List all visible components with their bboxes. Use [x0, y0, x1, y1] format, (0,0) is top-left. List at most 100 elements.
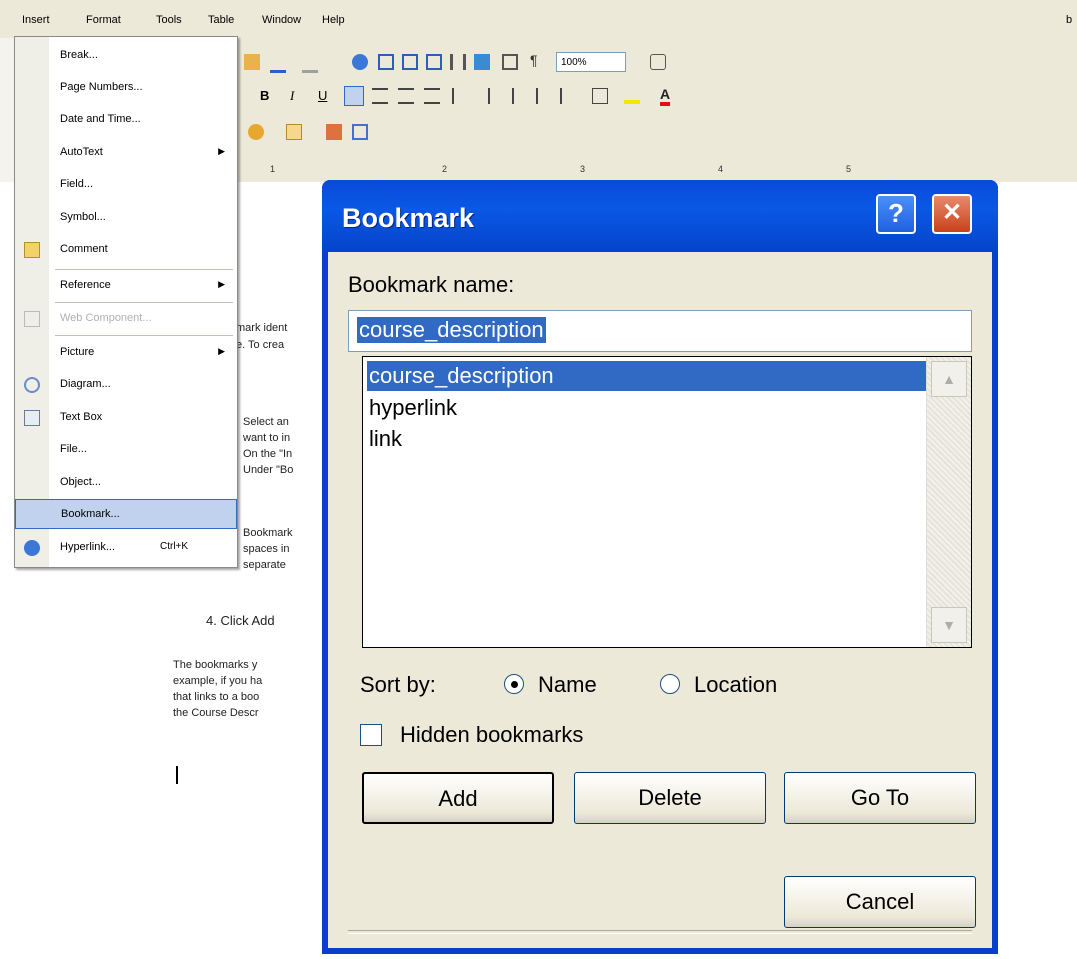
menu-item-comment[interactable]: Comment — [15, 235, 237, 265]
document-map-icon[interactable] — [502, 54, 518, 70]
zoom-box[interactable]: 100% — [556, 52, 626, 72]
justify-icon[interactable] — [424, 88, 440, 104]
menu-table[interactable]: Table — [208, 14, 234, 26]
submenu-arrow-icon: ▶ — [218, 146, 225, 156]
columns-icon[interactable] — [450, 54, 466, 70]
bold-icon[interactable]: B — [260, 88, 269, 103]
drawing-icon[interactable] — [474, 54, 490, 70]
sort-location-label[interactable]: Location — [694, 672, 777, 698]
menu-item-page-numbers[interactable]: Page Numbers... — [15, 73, 237, 103]
borders-icon[interactable] — [592, 88, 608, 104]
menu-format[interactable]: Format — [86, 14, 121, 26]
menu-bar: Insert Format Tools Table Window Help b — [0, 0, 1077, 39]
numbering-icon[interactable] — [488, 88, 504, 104]
sort-location-radio[interactable] — [660, 674, 680, 694]
menu-item-label: File... — [60, 443, 87, 455]
menu-item-bookmark[interactable]: Bookmark... — [15, 499, 237, 529]
bookmark-name-value: course_description — [357, 317, 546, 343]
doc-text: spaces in — [243, 543, 290, 555]
menu-insert[interactable]: Insert — [22, 14, 50, 26]
help-icon[interactable]: ? — [876, 194, 916, 234]
help-toolbar-icon[interactable] — [650, 54, 666, 70]
ruler-number: 3 — [580, 164, 586, 174]
list-item[interactable]: course_description — [367, 361, 929, 391]
bookmark-name-label: Bookmark name: — [348, 272, 515, 297]
sort-name-radio[interactable] — [504, 674, 524, 694]
redo-icon[interactable] — [302, 54, 318, 73]
scroll-up-icon[interactable]: ▲ — [931, 361, 967, 397]
doc-text: example, if you ha — [173, 675, 263, 687]
increase-indent-icon[interactable] — [560, 88, 576, 104]
cancel-button[interactable]: Cancel — [784, 876, 976, 928]
doc-text: want to in — [243, 432, 291, 444]
hyperlink-icon — [24, 540, 40, 556]
highlight-icon[interactable] — [624, 88, 640, 104]
menu-item-picture[interactable]: Picture ▶ — [15, 338, 237, 368]
delete-button[interactable]: Delete — [574, 772, 766, 824]
menu-item-field[interactable]: Field... — [15, 170, 237, 200]
tables-borders-icon[interactable] — [378, 54, 394, 70]
menu-item-hyperlink[interactable]: Hyperlink... Ctrl+K — [15, 533, 237, 563]
bookmark-dialog: Bookmark ? ✕ Bookmark name: course_descr… — [322, 180, 998, 954]
bookmark-name-input[interactable]: course_description — [348, 310, 972, 352]
insert-hyperlink-icon[interactable] — [352, 54, 368, 70]
menu-window[interactable]: Window — [262, 14, 301, 26]
menu-item-reference[interactable]: Reference ▶ — [15, 271, 237, 301]
italic-icon[interactable]: I — [290, 88, 294, 104]
hidden-bookmarks-checkbox[interactable] — [360, 724, 382, 746]
folder-icon[interactable] — [286, 124, 302, 140]
list-scrollbar[interactable]: ▲ ▼ — [926, 357, 971, 647]
list-item[interactable]: link — [367, 424, 929, 454]
align-left-icon[interactable] — [344, 86, 364, 106]
dialog-titlebar[interactable]: Bookmark ? ✕ — [322, 180, 998, 252]
insert-excel-icon[interactable] — [426, 54, 442, 70]
menu-tools[interactable]: Tools — [156, 14, 182, 26]
menu-item-label: Field... — [60, 178, 94, 190]
undo-icon[interactable] — [270, 54, 286, 73]
autoshapes-icon[interactable] — [248, 124, 264, 140]
font-color-icon[interactable]: A — [660, 86, 671, 106]
insert-picture-icon[interactable] — [352, 124, 368, 140]
hidden-bookmarks-label[interactable]: Hidden bookmarks — [400, 722, 583, 748]
doc-text: the Course Descr — [173, 707, 259, 719]
list-item[interactable]: hyperlink — [367, 393, 929, 423]
menu-item-autotext[interactable]: AutoText ▶ — [15, 138, 237, 168]
menu-item-object[interactable]: Object... — [15, 468, 237, 498]
menu-item-symbol[interactable]: Symbol... — [15, 203, 237, 233]
menu-item-diagram[interactable]: Diagram... — [15, 370, 237, 400]
decrease-indent-icon[interactable] — [536, 88, 552, 104]
underline-icon[interactable]: U — [318, 88, 327, 103]
align-right-icon[interactable] — [398, 88, 414, 104]
format-painter-icon[interactable] — [244, 54, 260, 70]
doc-text: mark ident — [236, 322, 288, 334]
add-button[interactable]: Add — [362, 772, 554, 824]
insert-table-icon[interactable] — [402, 54, 418, 70]
menu-item-shortcut: Ctrl+K — [160, 541, 189, 552]
show-hide-icon[interactable]: ¶ — [530, 52, 546, 68]
doc-text: Under "Bo — [243, 464, 294, 476]
menu-item-file[interactable]: File... — [15, 435, 237, 465]
radio-dot — [511, 681, 518, 688]
clip-art-icon[interactable] — [326, 124, 342, 140]
submenu-arrow-icon: ▶ — [218, 279, 225, 289]
go-to-button[interactable]: Go To — [784, 772, 976, 824]
doc-text: separate — [243, 559, 286, 571]
menu-item-break[interactable]: Break... — [15, 41, 237, 71]
menu-item-label: Reference — [60, 279, 111, 291]
align-center-icon[interactable] — [372, 88, 388, 104]
doc-text: The bookmarks y — [173, 659, 258, 671]
close-icon[interactable]: ✕ — [932, 194, 972, 234]
doc-text: Select an — [243, 416, 289, 428]
menu-item-date-time[interactable]: Date and Time... — [15, 105, 237, 135]
text-box-icon — [24, 410, 40, 426]
bullets-icon[interactable] — [512, 88, 528, 104]
doc-text: Bookmark — [243, 527, 293, 539]
menu-help[interactable]: Help — [322, 14, 345, 26]
bookmark-list[interactable]: course_description hyperlink link ▲ ▼ — [362, 356, 972, 648]
line-spacing-icon[interactable] — [452, 88, 468, 104]
menu-item-text-box[interactable]: Text Box — [15, 403, 237, 433]
doc-step: 4. Click Add — [206, 613, 275, 628]
sort-name-label[interactable]: Name — [538, 672, 597, 698]
menu-item-web-component: Web Component... — [15, 304, 237, 334]
scroll-down-icon[interactable]: ▼ — [931, 607, 967, 643]
